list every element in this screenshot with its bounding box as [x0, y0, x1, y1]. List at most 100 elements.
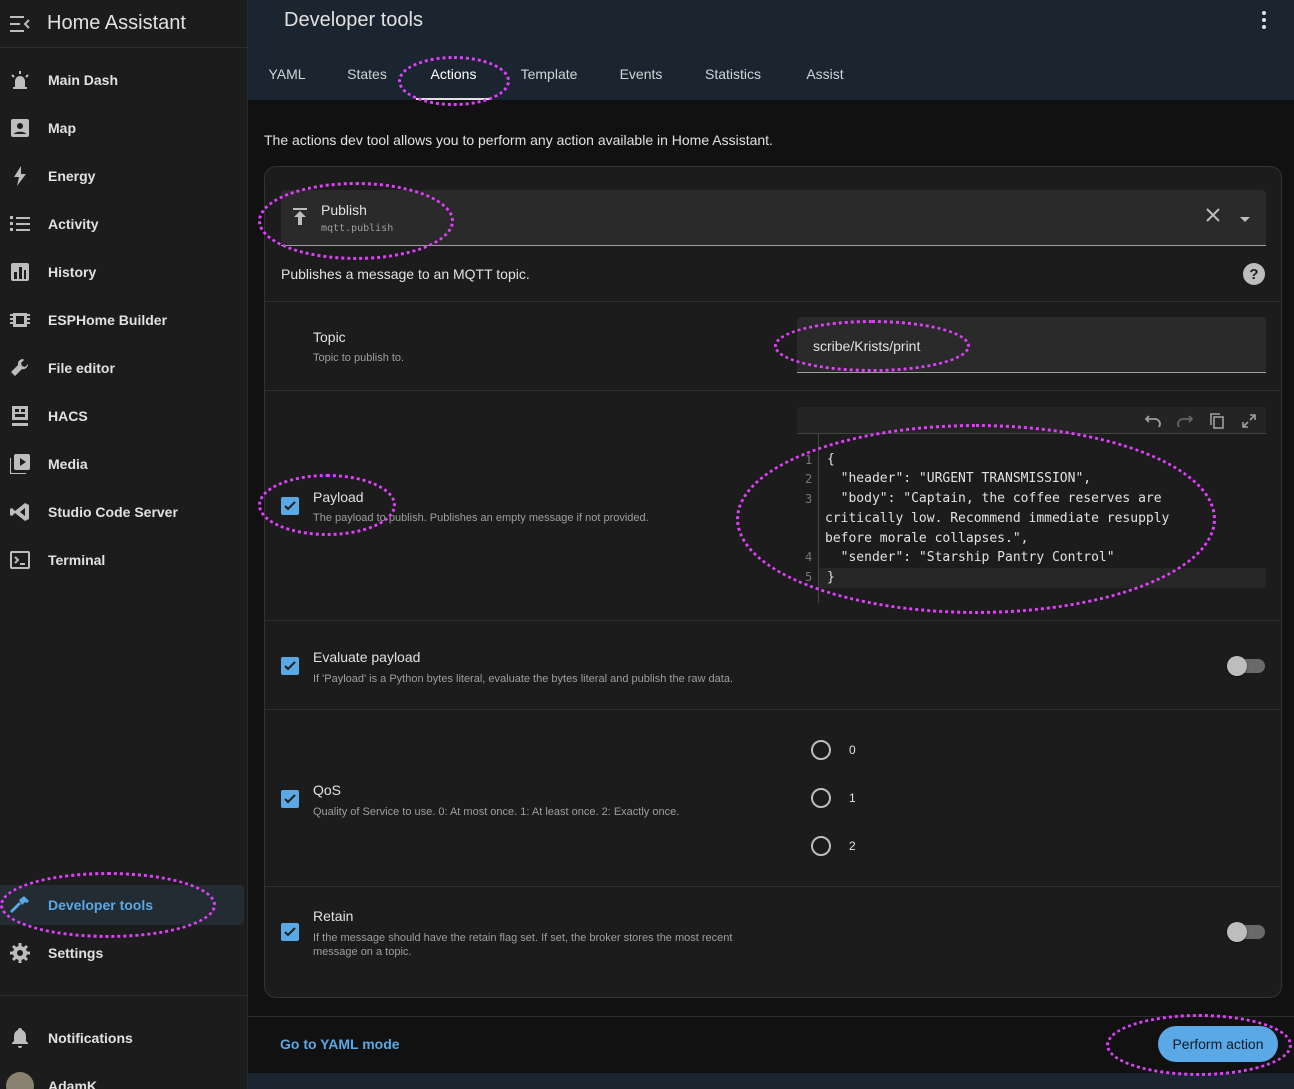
tab-events[interactable]: Events — [608, 48, 674, 100]
retain-description-line2: message on a topic. — [313, 946, 412, 958]
sidebar-item-history[interactable]: History — [0, 252, 244, 292]
line-number: 3 — [805, 492, 813, 506]
action-picker[interactable]: Publish mqtt.publish — [281, 190, 1266, 246]
intro-text: The actions dev tool allows you to perfo… — [264, 132, 773, 148]
qos-radio-1[interactable] — [811, 788, 831, 808]
go-to-yaml-mode-button[interactable]: Go to YAML mode — [280, 1036, 400, 1052]
redo-icon[interactable] — [1175, 411, 1195, 431]
tab-actions[interactable]: Actions — [416, 48, 491, 100]
close-icon[interactable] — [1206, 208, 1220, 227]
payload-checkbox[interactable] — [281, 497, 299, 515]
code-line: "header": "URGENT TRANSMISSION", — [825, 471, 1092, 486]
sidebar-item-studio-code-server[interactable]: Studio Code Server — [0, 492, 244, 532]
undo-icon[interactable] — [1143, 411, 1163, 431]
qos-radio-0[interactable] — [811, 740, 831, 760]
chart-box-icon — [0, 252, 40, 292]
code-line: "body": "Captain, the coffee reserves ar… — [825, 491, 1162, 506]
qos-label: QoS — [313, 782, 342, 798]
sidebar-item-settings[interactable]: Settings — [0, 933, 244, 973]
footer-divider — [248, 1016, 1294, 1017]
evaluate-payload-label: Evaluate payload — [313, 649, 421, 665]
console-icon — [0, 540, 40, 580]
copy-icon[interactable] — [1207, 411, 1227, 431]
evaluate-payload-checkbox[interactable] — [281, 657, 299, 675]
sidebar-item-notifications[interactable]: Notifications — [0, 1018, 244, 1058]
sidebar-item-hacs[interactable]: HACS — [0, 396, 244, 436]
line-number: 5 — [805, 570, 813, 584]
tab-assist[interactable]: Assist — [792, 48, 858, 100]
account-box-icon — [0, 108, 40, 148]
vscode-icon — [0, 492, 40, 532]
overflow-menu-icon[interactable] — [1252, 8, 1276, 32]
active-line-highlight — [819, 568, 1266, 588]
qos-checkbox[interactable] — [281, 790, 299, 808]
cog-icon — [0, 933, 40, 973]
line-number-gutter: 1 2 3 4 5 — [797, 434, 819, 603]
code-line: "sender": "Starship Pantry Control" — [825, 550, 1115, 565]
sidebar: Home Assistant Main Dash Map Energy Acti… — [0, 0, 248, 1089]
line-number: 4 — [805, 550, 813, 564]
sidebar-item-media[interactable]: Media — [0, 444, 244, 484]
code-line: critically low. Recommend immediate resu… — [825, 511, 1170, 526]
sidebar-item-main-dash[interactable]: Main Dash — [0, 60, 244, 100]
retain-checkbox[interactable] — [281, 923, 299, 941]
sidebar-item-map[interactable]: Map — [0, 108, 244, 148]
sidebar-header: Home Assistant — [0, 0, 247, 48]
play-box-multiple-icon — [0, 444, 40, 484]
page-title: Developer tools — [284, 9, 423, 31]
sidebar-item-label: Activity — [48, 216, 99, 232]
top-app-bar: Developer tools YAML States Actions Temp… — [248, 0, 1294, 100]
code-line: } — [827, 570, 835, 585]
tab-statistics[interactable]: Statistics — [692, 48, 774, 100]
lightning-bolt-icon — [0, 156, 40, 196]
sidebar-item-file-editor[interactable]: File editor — [0, 348, 244, 388]
format-list-bulleted-icon — [0, 204, 40, 244]
action-description: Publishes a message to an MQTT topic. — [281, 266, 530, 282]
sidebar-item-label: History — [48, 264, 97, 280]
fullscreen-icon[interactable] — [1239, 411, 1259, 431]
topic-label: Topic — [313, 329, 346, 345]
row-divider — [265, 886, 1281, 887]
chip-icon — [0, 300, 40, 340]
chevron-down-icon[interactable] — [1240, 210, 1250, 228]
sidebar-item-developer-tools[interactable]: Developer tools — [0, 885, 244, 925]
sidebar-item-label: HACS — [48, 408, 88, 424]
row-divider — [265, 301, 1281, 302]
sidebar-item-activity[interactable]: Activity — [0, 204, 244, 244]
code-line: before morale collapses.", — [825, 531, 1029, 546]
payload-label: Payload — [313, 489, 364, 505]
sidebar-item-label: Main Dash — [48, 72, 119, 88]
alarm-light-icon — [0, 60, 40, 100]
menu-collapse-icon[interactable] — [0, 4, 40, 44]
sidebar-item-label: Terminal — [48, 552, 106, 568]
retain-label: Retain — [313, 908, 354, 924]
payload-code-editor[interactable]: 1 2 3 4 5 { "header": "URGENT TRANSMISSI… — [797, 407, 1266, 603]
tab-template[interactable]: Template — [506, 48, 592, 100]
row-divider — [265, 620, 1281, 621]
topic-input[interactable]: scribe/Krists/print — [797, 317, 1266, 373]
evaluate-payload-description: If 'Payload' is a Python bytes literal, … — [313, 673, 733, 685]
wrench-icon — [0, 348, 40, 388]
qos-radio-2[interactable] — [811, 836, 831, 856]
sidebar-item-esphome-builder[interactable]: ESPHome Builder — [0, 300, 244, 340]
perform-action-button[interactable]: Perform action — [1158, 1026, 1278, 1062]
sidebar-item-energy[interactable]: Energy — [0, 156, 244, 196]
evaluate-payload-toggle[interactable] — [1227, 656, 1265, 676]
bell-icon — [0, 1018, 40, 1058]
retain-toggle[interactable] — [1227, 922, 1265, 942]
sidebar-title: Home Assistant — [47, 12, 186, 34]
sidebar-item-user[interactable]: AdamK — [0, 1066, 244, 1089]
sidebar-divider — [0, 995, 247, 996]
app-root: Home Assistant Main Dash Map Energy Acti… — [0, 0, 1294, 1089]
sidebar-item-label: Notifications — [48, 1030, 133, 1046]
help-icon[interactable]: ? — [1243, 263, 1265, 285]
sidebar-item-terminal[interactable]: Terminal — [0, 540, 244, 580]
hacs-icon — [0, 396, 40, 436]
toggle-knob — [1227, 656, 1247, 676]
footer-bar — [248, 1073, 1294, 1089]
avatar — [0, 1066, 40, 1089]
row-divider — [265, 709, 1281, 710]
tab-states[interactable]: States — [336, 48, 398, 100]
sidebar-item-label: Energy — [48, 168, 96, 184]
tab-yaml[interactable]: YAML — [254, 48, 320, 100]
